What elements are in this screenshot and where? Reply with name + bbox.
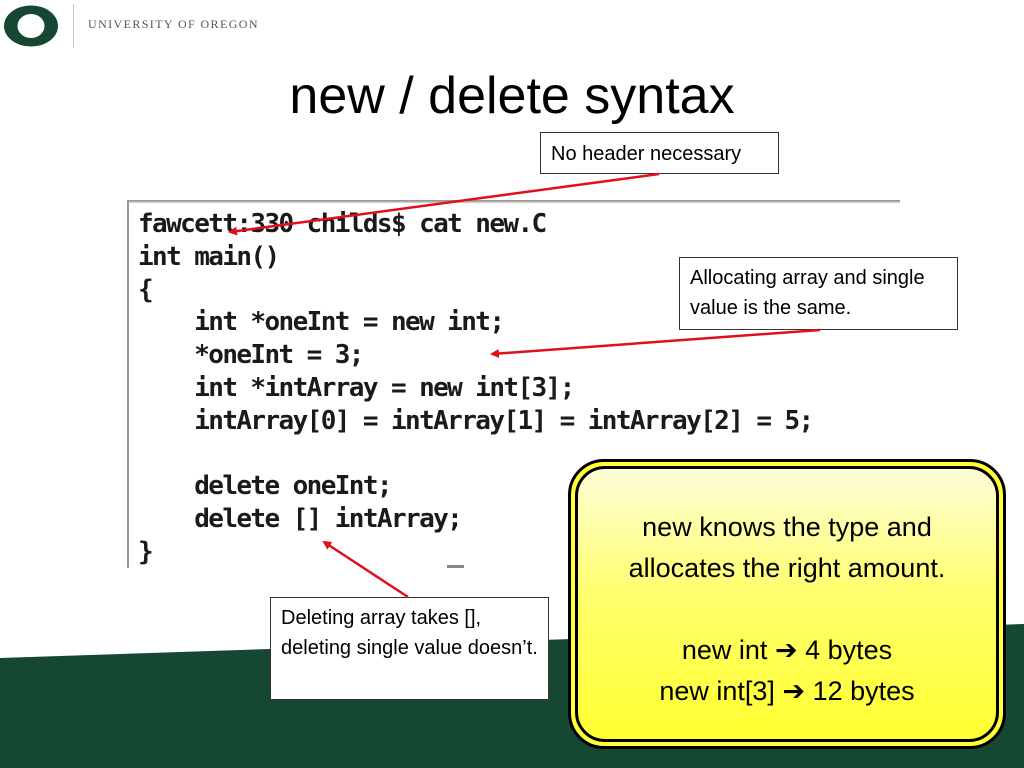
right-arrow-icon: ➔ (774, 635, 798, 665)
summary-box: new knows the type and allocates the rig… (568, 459, 1006, 749)
slide-title: new / delete syntax (289, 67, 735, 125)
terminal-cursor (447, 565, 464, 568)
code-line: { (138, 274, 154, 305)
summary-line-1: new knows the type and (642, 512, 932, 542)
code-line: int *oneInt = new int; (138, 307, 505, 338)
callout-no-header: No header necessary (540, 132, 779, 174)
summary-line-3-prefix: new int (681, 635, 775, 665)
callout-delete: Deleting array takes [], deleting single… (270, 597, 549, 700)
code-line: *oneInt = 3; (138, 340, 364, 371)
code-line: int *intArray = new int[3]; (138, 372, 575, 403)
summary-line-4-prefix: new int[3] (659, 676, 783, 706)
code-line: } (138, 536, 154, 567)
logo-divider (73, 4, 74, 48)
code-line: fawcett:330 childs$ cat new.C (138, 209, 547, 239)
institution-name: UNIVERSITY OF OREGON (88, 17, 259, 31)
callout-allocation: Allocating array and single value is the… (679, 257, 958, 330)
summary-gap (578, 589, 996, 630)
summary-line-4: new int[3] ➔ 12 bytes (578, 671, 996, 712)
code-line: intArray[0] = intArray[1] = intArray[2] … (138, 405, 814, 436)
summary-line-2: allocates the right amount. (628, 553, 946, 583)
summary-line-4-suffix: 12 bytes (805, 676, 915, 706)
summary-line-3: new int ➔ 4 bytes (578, 630, 996, 671)
summary-text: new knows the type and allocates the rig… (575, 466, 999, 742)
summary-line-3-suffix: 4 bytes (797, 635, 893, 665)
oregon-o-logo-icon (4, 5, 58, 47)
code-line: int main() (138, 241, 280, 272)
code-line: delete [] intArray; (138, 504, 463, 535)
right-arrow-icon: ➔ (782, 676, 806, 706)
code-line: delete oneInt; (138, 471, 392, 502)
